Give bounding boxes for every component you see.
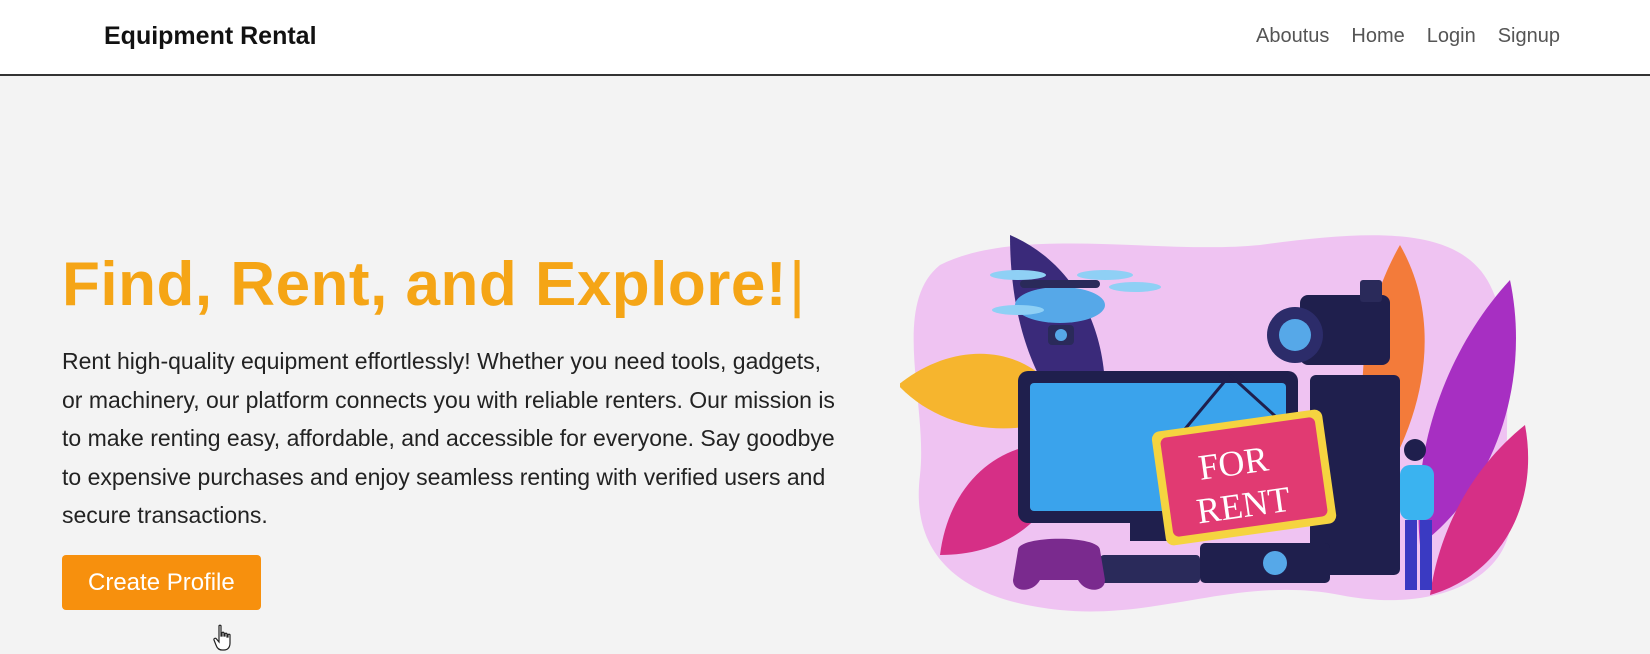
hand-cursor-icon <box>213 624 231 651</box>
nav-link-home[interactable]: Home <box>1351 25 1404 48</box>
hero-section: Find, Rent, and Explore!| Rent high-qual… <box>62 250 842 610</box>
rental-illustration: FOR RENT <box>900 235 1529 612</box>
hero-description: Rent high-quality equipment effortlessly… <box>62 348 835 528</box>
nav-link-login[interactable]: Login <box>1427 25 1476 48</box>
nav-links: Aboutus Home Login Signup <box>1234 25 1560 48</box>
nav-link-signup[interactable]: Signup <box>1498 25 1560 48</box>
nav-link-aboutus[interactable]: Aboutus <box>1256 25 1329 48</box>
typing-caret: | <box>789 250 806 319</box>
hero-title-text: Find, Rent, and Explore! <box>62 250 788 319</box>
brand-logo-text[interactable]: Equipment Rental <box>104 22 317 51</box>
create-profile-button[interactable]: Create Profile <box>62 554 261 610</box>
navbar: Equipment Rental Aboutus Home Login Sign… <box>0 0 1650 76</box>
hero-title: Find, Rent, and Explore!| <box>62 250 842 320</box>
console-box-icon <box>1100 555 1200 583</box>
